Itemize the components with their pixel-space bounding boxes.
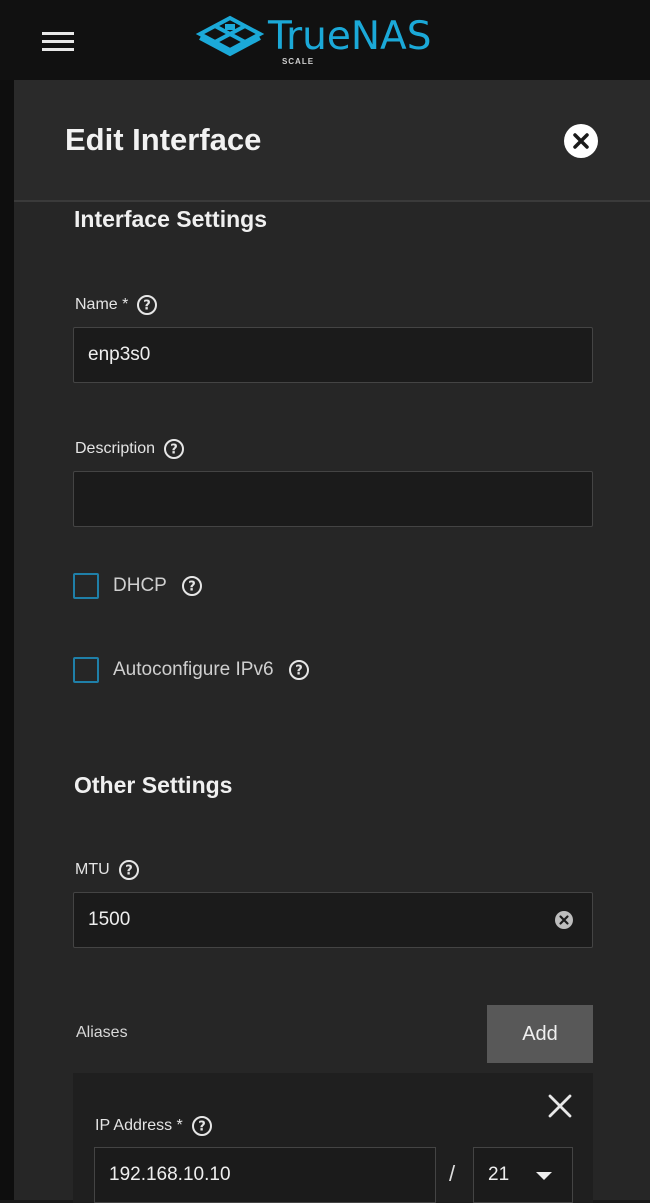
- help-circle-icon[interactable]: ?: [136, 294, 158, 316]
- name-label-text: Name *: [75, 296, 129, 313]
- aliases-label: Aliases: [76, 1024, 128, 1041]
- autoconfigure-ipv6-label: Autoconfigure IPv6: [113, 659, 274, 680]
- svg-text:?: ?: [170, 443, 178, 458]
- netmask-separator: /: [449, 1161, 456, 1186]
- netmask-select[interactable]: 21: [473, 1147, 573, 1203]
- ip-address-input[interactable]: 192.168.10.10: [94, 1147, 436, 1203]
- help-circle-icon[interactable]: ?: [163, 438, 185, 460]
- hamburger-menu-icon[interactable]: [42, 28, 76, 54]
- description-field-label: Description ?: [75, 438, 185, 460]
- close-panel-button[interactable]: [564, 124, 598, 158]
- dhcp-checkbox[interactable]: [73, 573, 99, 599]
- svg-text:?: ?: [125, 864, 133, 879]
- description-input[interactable]: [73, 471, 593, 527]
- add-alias-button[interactable]: Add: [487, 1005, 593, 1063]
- caret-down-icon: [536, 1172, 552, 1180]
- brand-name: TrueNAS: [268, 14, 432, 59]
- svg-text:?: ?: [144, 299, 152, 314]
- alias-item: IP Address * ? 192.168.10.10 / 21: [73, 1073, 593, 1203]
- help-circle-icon[interactable]: ?: [181, 575, 203, 597]
- panel-title: Edit Interface: [65, 122, 262, 157]
- ip-address-field-label: IP Address * ?: [95, 1115, 213, 1137]
- section-other-settings: Other Settings: [74, 772, 233, 798]
- edit-interface-panel: Edit Interface Interface Settings Name *…: [14, 80, 650, 1203]
- svg-text:?: ?: [188, 580, 196, 595]
- backdrop-strip: [0, 80, 14, 1200]
- mtu-label-text: MTU: [75, 861, 110, 878]
- description-label-text: Description: [75, 440, 156, 457]
- mtu-value: 1500: [88, 909, 131, 930]
- truenas-logo: TrueNAS SCALE: [194, 14, 444, 70]
- netmask-value: 21: [488, 1164, 510, 1185]
- dhcp-label: DHCP: [113, 575, 167, 596]
- autoconfigure-ipv6-row: Autoconfigure IPv6 ?: [73, 657, 310, 683]
- autoconfigure-ipv6-checkbox[interactable]: [73, 657, 99, 683]
- panel-header: Edit Interface: [14, 80, 650, 202]
- close-circle-icon: [573, 133, 589, 149]
- ip-address-label-text: IP Address *: [95, 1117, 183, 1134]
- clear-circle-icon[interactable]: [554, 910, 574, 930]
- name-field-label: Name * ?: [75, 294, 158, 316]
- mtu-field-label: MTU ?: [75, 859, 140, 881]
- section-interface-settings: Interface Settings: [74, 206, 267, 232]
- mtu-input[interactable]: 1500: [73, 892, 593, 948]
- name-input[interactable]: enp3s0: [73, 327, 593, 383]
- top-bar: TrueNAS SCALE: [0, 0, 650, 80]
- truenas-logo-icon: [195, 15, 265, 57]
- close-icon[interactable]: [547, 1093, 573, 1119]
- dhcp-row: DHCP ?: [73, 573, 203, 599]
- svg-text:?: ?: [295, 664, 303, 679]
- help-circle-icon[interactable]: ?: [191, 1115, 213, 1137]
- help-circle-icon[interactable]: ?: [288, 659, 310, 681]
- help-circle-icon[interactable]: ?: [118, 859, 140, 881]
- brand-sub: SCALE: [281, 57, 315, 66]
- svg-text:?: ?: [198, 1120, 206, 1135]
